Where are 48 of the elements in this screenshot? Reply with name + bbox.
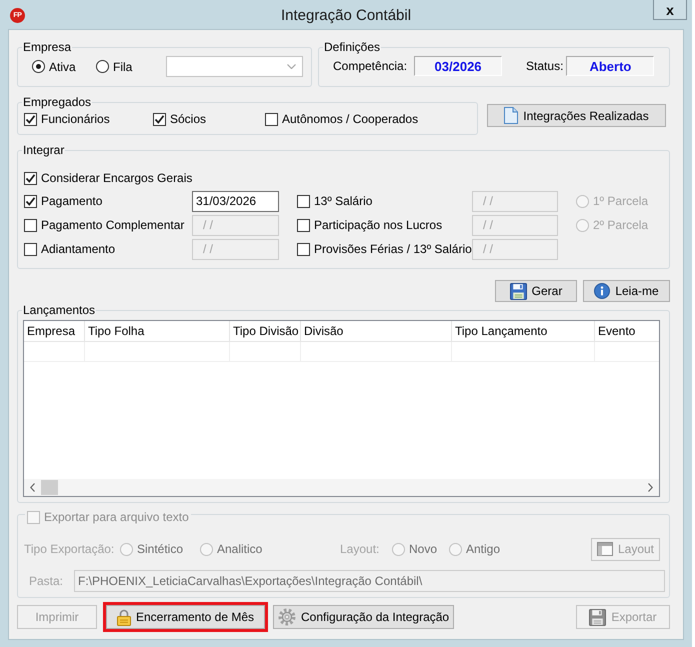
gear-icon: [278, 608, 296, 626]
column-header[interactable]: Tipo Folha: [85, 321, 230, 341]
integration-settings-button[interactable]: Configuração da Integração: [273, 605, 454, 629]
checkbox-label[interactable]: Sócios: [170, 112, 206, 126]
group-title: Lançamentos: [22, 303, 96, 317]
horizontal-scrollbar[interactable]: [24, 479, 659, 496]
date-field[interactable]: 31/03/2026: [192, 190, 279, 212]
month-closing-button[interactable]: Encerramento de Mês: [106, 605, 265, 629]
checkbox-label[interactable]: Autônomos / Cooperados: [282, 112, 418, 126]
radio-button[interactable]: [32, 60, 45, 73]
field-label: Pasta:: [29, 574, 64, 588]
checkbox[interactable]: [153, 112, 166, 126]
group-title: Empregados: [22, 95, 92, 109]
lock-icon: [116, 608, 131, 626]
dropdown-field[interactable]: [166, 56, 303, 77]
group-title: Empresa: [22, 40, 72, 54]
field-label: Tipo Exportação:: [24, 542, 116, 556]
readme-button[interactable]: Leia-me: [583, 280, 670, 302]
generate-button[interactable]: Gerar: [495, 280, 577, 302]
completed-integrations-button[interactable]: Integrações Realizadas: [487, 104, 666, 127]
field-label: Layout:: [340, 542, 380, 556]
value-field: 03/2026: [414, 56, 502, 76]
checkbox[interactable]: [265, 112, 278, 126]
chevron-right-icon: [648, 483, 653, 492]
scroll-thumb[interactable]: [41, 480, 58, 495]
field-label: Competência:: [333, 59, 408, 73]
checkbox[interactable]: [24, 194, 37, 208]
checkbox-label[interactable]: Funcionários: [41, 112, 110, 126]
radio-label[interactable]: Ativa: [49, 60, 76, 74]
field-label: Status:: [526, 59, 564, 73]
checkbox[interactable]: [24, 112, 37, 126]
checkbox[interactable]: [24, 172, 37, 184]
value-field: Aberto: [566, 56, 654, 76]
close-button[interactable]: x: [653, 0, 687, 20]
window-layout-icon: [596, 542, 613, 556]
group-title: Integrar: [22, 143, 66, 157]
document-icon: [504, 107, 518, 124]
info-icon: [594, 283, 610, 299]
radio-button[interactable]: [96, 60, 109, 73]
checkbox-label[interactable]: Pagamento: [41, 194, 102, 208]
radio-label[interactable]: Fila: [113, 60, 132, 74]
window-title: Integração Contábil: [280, 7, 412, 25]
chevron-down-icon: [287, 64, 296, 69]
chevron-left-icon: [30, 483, 35, 492]
group-title: Definições: [323, 40, 382, 54]
column-header[interactable]: Tipo Lançamento: [452, 321, 595, 341]
column-header[interactable]: Tipo Divisão: [230, 321, 301, 341]
checkbox-label[interactable]: Considerar Encargos Gerais: [41, 171, 192, 185]
